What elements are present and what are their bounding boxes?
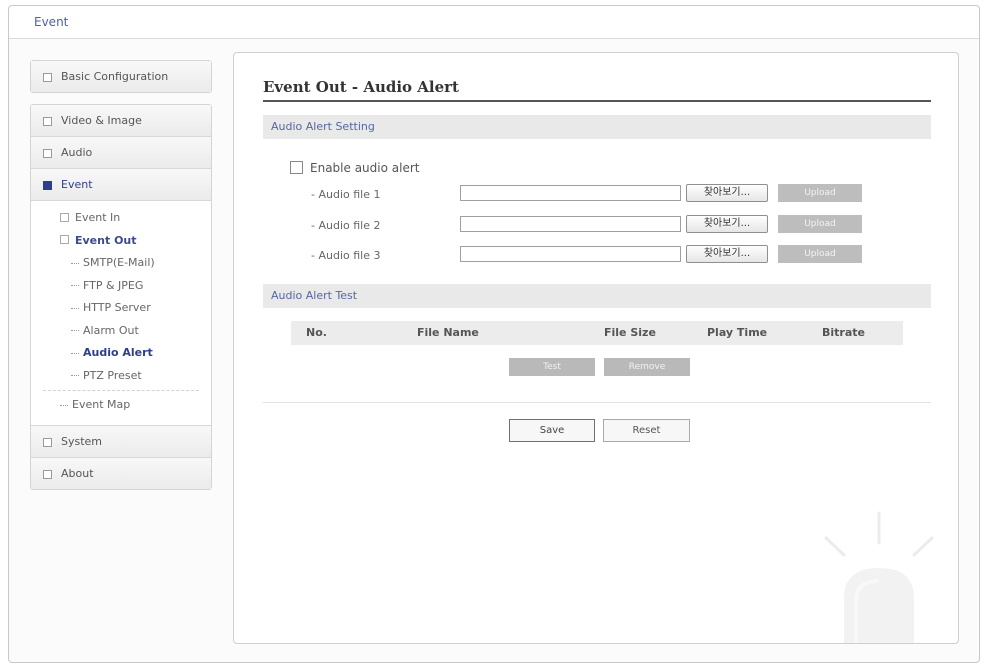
submenu-label: HTTP Server [83, 301, 151, 314]
enable-audio-alert-label: Enable audio alert [310, 161, 420, 175]
audio-file-3-upload-button[interactable]: Upload [778, 245, 862, 263]
reset-button[interactable]: Reset [603, 419, 690, 442]
sidebar-item-video-image[interactable]: Video & Image [31, 105, 211, 137]
window-title: Event [34, 15, 69, 29]
audio-file-2-upload-button[interactable]: Upload [778, 215, 862, 233]
menu-square-icon [43, 469, 52, 479]
tree-connector-icon [71, 307, 79, 309]
test-button[interactable]: Test [509, 358, 595, 376]
sidebar-item-basic-configuration[interactable]: Basic Configuration [31, 61, 211, 92]
submenu-item-event-map[interactable]: Event Map [31, 394, 211, 417]
submenu-label: Event Map [72, 398, 131, 411]
submenu-item-ftp-jpeg[interactable]: FTP & JPEG [31, 275, 211, 298]
audio-file-2-label: - Audio file 2 [311, 219, 381, 232]
sidebar-item-label: Event [61, 178, 93, 191]
alarm-light-watermark-icon [824, 511, 934, 643]
audio-file-table-header: No. File Name File Size Play Time Bitrat… [291, 321, 903, 345]
audio-file-3-input[interactable] [460, 246, 681, 262]
column-header-play-time: Play Time [707, 326, 768, 339]
collapse-minus-icon [60, 235, 69, 244]
submenu-label: PTZ Preset [83, 368, 142, 382]
submenu-label: Audio Alert [83, 346, 153, 359]
tree-connector-icon [71, 262, 79, 264]
audio-file-2-browse-button[interactable]: 찾아보기... [686, 215, 768, 233]
submenu-label: FTP & JPEG [83, 278, 144, 292]
enable-audio-alert-row[interactable]: Enable audio alert [290, 161, 419, 175]
submenu-item-smtp[interactable]: SMTP(E-Mail) [31, 252, 211, 275]
sidebar-item-label: System [61, 434, 103, 448]
submenu-label: Event Out [75, 233, 137, 247]
event-submenu: Event In Event Out SMTP(E-Mail) FTP & JP… [31, 201, 211, 426]
sidebar-item-event[interactable]: Event [31, 169, 211, 201]
submenu-item-alarm-out[interactable]: Alarm Out [31, 320, 211, 343]
column-header-file-size: File Size [604, 326, 656, 339]
submenu-item-event-in[interactable]: Event In [31, 207, 211, 230]
tree-connector-icon [71, 352, 79, 354]
tree-connector-icon [60, 404, 68, 406]
tree-connector-icon [71, 285, 79, 286]
sidebar-item-label: Basic Configuration [61, 70, 169, 83]
audio-file-3-label: - Audio file 3 [311, 249, 381, 262]
sidebar-item-label: Video & Image [61, 114, 142, 127]
menu-square-icon [43, 437, 52, 447]
top-bar: Event [9, 6, 979, 39]
content-panel: Event Out - Audio Alert Audio Alert Sett… [233, 52, 959, 644]
column-header-bitrate: Bitrate [822, 326, 865, 339]
audio-file-3-browse-button[interactable]: 찾아보기... [686, 245, 768, 263]
sidebar-item-audio[interactable]: Audio [31, 137, 211, 169]
audio-file-1-input[interactable] [460, 185, 681, 201]
sidebar-main-block: Video & Image Audio Event Event In Event… [30, 104, 212, 490]
submenu-label: SMTP(E-Mail) [83, 256, 155, 269]
tree-connector-icon [71, 330, 79, 331]
submenu-item-http-server[interactable]: HTTP Server [31, 297, 211, 320]
submenu-label: Alarm Out [83, 323, 139, 337]
audio-file-1-upload-button[interactable]: Upload [778, 184, 862, 202]
column-header-file-name: File Name [417, 326, 479, 339]
page-title: Event Out - Audio Alert [263, 78, 459, 96]
section-divider [263, 402, 931, 403]
column-header-no: No. [306, 326, 327, 339]
tree-connector-icon [71, 375, 79, 376]
submenu-divider [43, 390, 199, 391]
submenu-item-audio-alert[interactable]: Audio Alert [31, 342, 211, 365]
audio-file-1-browse-button[interactable]: 찾아보기... [686, 184, 768, 202]
submenu-label: Event In [75, 211, 121, 224]
submenu-item-ptz-preset[interactable]: PTZ Preset [31, 365, 211, 388]
sidebar-item-about[interactable]: About [31, 457, 211, 489]
sidebar-item-label: Audio [61, 146, 93, 159]
menu-square-icon [43, 117, 52, 126]
sidebar-basic-block: Basic Configuration [30, 60, 212, 93]
sidebar-item-label: About [61, 466, 94, 480]
enable-audio-alert-checkbox[interactable] [290, 161, 303, 174]
menu-square-filled-icon [43, 181, 52, 190]
audio-file-1-label: - Audio file 1 [311, 188, 381, 201]
menu-square-icon [43, 73, 52, 82]
menu-square-icon [43, 149, 52, 158]
remove-button[interactable]: Remove [604, 358, 690, 376]
sidebar-item-system[interactable]: System [31, 425, 211, 458]
section-header-setting: Audio Alert Setting [263, 115, 931, 139]
audio-file-2-input[interactable] [460, 216, 681, 232]
section-header-test: Audio Alert Test [263, 284, 931, 308]
title-underline [263, 100, 931, 102]
save-button[interactable]: Save [509, 419, 595, 442]
expand-plus-icon [60, 212, 69, 222]
submenu-item-event-out[interactable]: Event Out [31, 230, 211, 253]
